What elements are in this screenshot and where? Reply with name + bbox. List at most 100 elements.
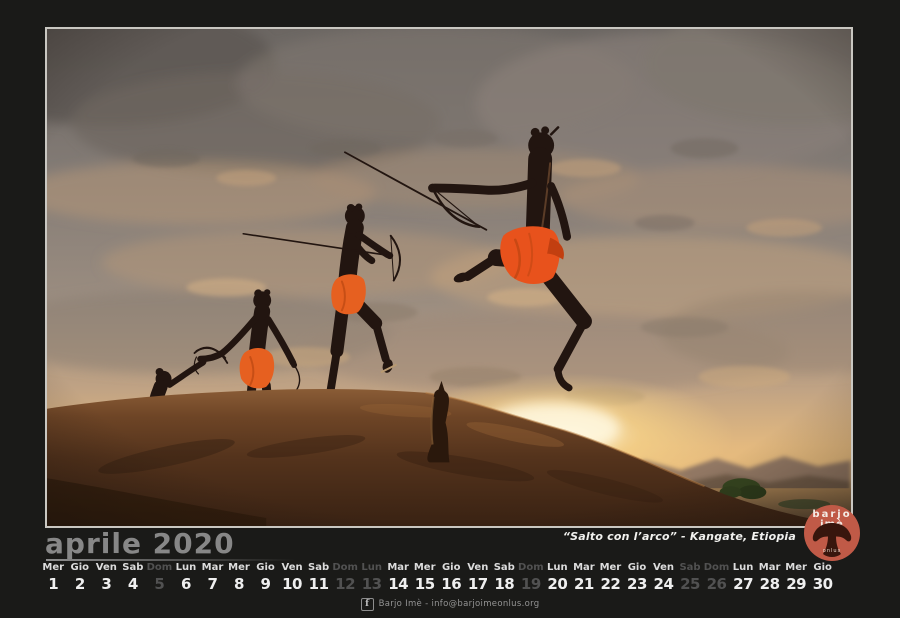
day-number: 4 — [120, 576, 147, 593]
day-name-label: Dom — [518, 562, 545, 574]
calendar-day: Mer 8 — [226, 562, 253, 593]
calendar-day: Sab 18 — [491, 562, 518, 593]
calendar-day: Gio 16 — [438, 562, 465, 593]
day-number: 25 — [677, 576, 704, 593]
day-name-label: Dom — [332, 562, 359, 574]
ngo-logo: barjo imè onlus — [804, 505, 860, 561]
photo-caption: “Salto con l’arco” - Kangate, Etiopia — [563, 530, 796, 543]
calendar-day: Dom 19 — [518, 562, 545, 593]
day-name-label: Gio — [438, 562, 465, 574]
day-name-label: Mer — [226, 562, 253, 574]
day-number: 20 — [544, 576, 571, 593]
calendar-day: Mar 14 — [385, 562, 412, 593]
calendar-day: Ven 10 — [279, 562, 306, 593]
day-number: 22 — [597, 576, 624, 593]
day-name-label: Lun — [358, 562, 385, 574]
day-name-label: Sab — [677, 562, 704, 574]
day-number: 18 — [491, 576, 518, 593]
day-number: 15 — [411, 576, 438, 593]
calendar-day: Gio 9 — [252, 562, 279, 593]
vignette — [47, 29, 851, 526]
calendar-day: Dom 26 — [703, 562, 730, 593]
calendar-day: Lun 13 — [358, 562, 385, 593]
day-number: 6 — [173, 576, 200, 593]
day-number: 13 — [358, 576, 385, 593]
day-number: 29 — [783, 576, 810, 593]
calendar-day: Mer 1 — [40, 562, 67, 593]
day-number: 7 — [199, 576, 226, 593]
calendar-day: Mar 21 — [571, 562, 598, 593]
day-number: 28 — [756, 576, 783, 593]
day-name-label: Mar — [199, 562, 226, 574]
day-number: 12 — [332, 576, 359, 593]
day-number: 10 — [279, 576, 306, 593]
day-number: 3 — [93, 576, 120, 593]
footer-text: Barjo Imè - info@barjoimeonlus.org — [379, 599, 540, 609]
calendar-day: Gio 2 — [67, 562, 94, 593]
photo-illustration — [47, 29, 851, 526]
day-name-label: Gio — [252, 562, 279, 574]
day-number: 23 — [624, 576, 651, 593]
day-number: 11 — [305, 576, 332, 593]
calendar-day: Lun 20 — [544, 562, 571, 593]
day-number: 1 — [40, 576, 67, 593]
calendar-days-row: Mer1Gio2Ven3Sab4Dom5Lun6Mar7Mer8Gio9Ven1… — [40, 562, 836, 593]
title-underline — [46, 559, 296, 561]
day-number: 2 — [67, 576, 94, 593]
calendar-day: Mer 22 — [597, 562, 624, 593]
calendar-day: Ven 24 — [650, 562, 677, 593]
calendar-day: Mar 28 — [756, 562, 783, 593]
day-number: 16 — [438, 576, 465, 593]
calendar-day: Gio 30 — [809, 562, 836, 593]
day-number: 19 — [518, 576, 545, 593]
calendar-day: Mar 7 — [199, 562, 226, 593]
calendar-day: Mer 15 — [411, 562, 438, 593]
day-name-label: Mer — [783, 562, 810, 574]
day-name-label: Gio — [809, 562, 836, 574]
day-name-label: Ven — [279, 562, 306, 574]
day-name-label: Lun — [730, 562, 757, 574]
day-number: 26 — [703, 576, 730, 593]
day-number: 21 — [571, 576, 598, 593]
day-name-label: Sab — [120, 562, 147, 574]
day-number: 8 — [226, 576, 253, 593]
calendar-day: Ven 17 — [465, 562, 492, 593]
calendar-day: Dom 12 — [332, 562, 359, 593]
calendar-day: Lun 6 — [173, 562, 200, 593]
day-name-label: Lun — [173, 562, 200, 574]
day-name-label: Ven — [465, 562, 492, 574]
day-name-label: Sab — [491, 562, 518, 574]
day-number: 24 — [650, 576, 677, 593]
calendar-day: Mer 29 — [783, 562, 810, 593]
footer-contact: f Barjo Imè - info@barjoimeonlus.org — [0, 597, 900, 611]
day-name-label: Dom — [703, 562, 730, 574]
calendar-day: Sab 11 — [305, 562, 332, 593]
day-name-label: Mer — [597, 562, 624, 574]
logo-text-onlus: onlus — [804, 548, 860, 554]
day-number: 17 — [465, 576, 492, 593]
day-name-label: Mer — [411, 562, 438, 574]
day-number: 27 — [730, 576, 757, 593]
day-number: 9 — [252, 576, 279, 593]
calendar-day: Ven3 — [93, 562, 120, 593]
calendar-page: { "calendar": { "month_title": "aprile 2… — [0, 0, 900, 618]
calendar-day: Sab 4 — [120, 562, 147, 593]
calendar-day: Sab 25 — [677, 562, 704, 593]
calendar-day: Dom5 — [146, 562, 173, 593]
day-name-label: Gio — [67, 562, 94, 574]
day-name-label: Gio — [624, 562, 651, 574]
calendar-photo — [45, 27, 853, 528]
day-name-label: Mar — [385, 562, 412, 574]
calendar-day: Gio 23 — [624, 562, 651, 593]
day-name-label: Dom — [146, 562, 173, 574]
facebook-icon: f — [361, 598, 374, 611]
day-name-label: Lun — [544, 562, 571, 574]
day-name-label: Mar — [571, 562, 598, 574]
day-number: 14 — [385, 576, 412, 593]
day-name-label: Mer — [40, 562, 67, 574]
day-number: 30 — [809, 576, 836, 593]
day-name-label: Ven — [650, 562, 677, 574]
day-name-label: Mar — [756, 562, 783, 574]
day-name-label: Sab — [305, 562, 332, 574]
month-title: aprile 2020 — [45, 527, 235, 560]
